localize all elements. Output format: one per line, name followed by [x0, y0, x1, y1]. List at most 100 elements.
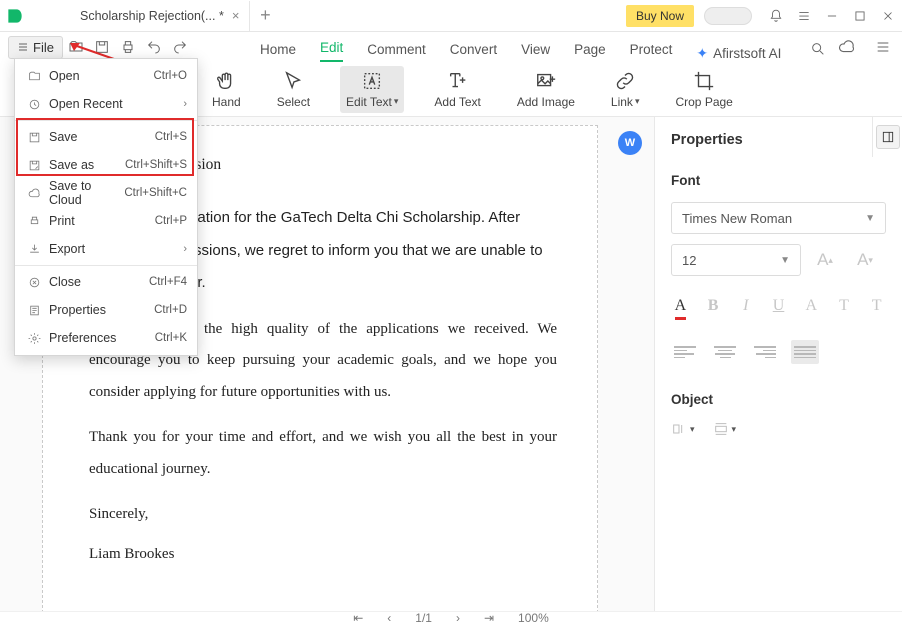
- align-center-button[interactable]: [711, 340, 739, 364]
- close-tab-icon[interactable]: ×: [232, 8, 240, 23]
- ai-label: Afirstsoft AI: [713, 46, 781, 61]
- menu-open[interactable]: Open Ctrl+O: [15, 62, 197, 90]
- status-bar: ⇤ ‹ 1/1 › ⇥ 100%: [0, 611, 902, 623]
- properties-icon: [25, 304, 43, 317]
- chevron-down-icon: ▾: [635, 96, 640, 107]
- object-align-button[interactable]: ▾: [671, 421, 695, 437]
- font-size-select[interactable]: 12 ▼: [671, 244, 801, 276]
- window-maximize-icon[interactable]: [846, 2, 874, 30]
- doc-signoff: Sincerely,: [89, 499, 557, 531]
- tab-page[interactable]: Page: [574, 42, 606, 62]
- print-icon[interactable]: [115, 34, 141, 60]
- menu-save-as-label: Save as: [49, 158, 125, 172]
- menu-preferences[interactable]: Preferences Ctrl+K: [15, 324, 197, 352]
- translate-badge[interactable]: W: [618, 131, 642, 155]
- menu-save-as-shortcut: Ctrl+Shift+S: [125, 159, 187, 171]
- tab-comment[interactable]: Comment: [367, 42, 426, 62]
- menu-save-as[interactable]: Save as Ctrl+Shift+S: [15, 151, 197, 179]
- tool-select[interactable]: Select: [271, 66, 316, 113]
- menu-icon[interactable]: [790, 2, 818, 30]
- last-page-icon[interactable]: ⇥: [484, 611, 494, 625]
- save-as-icon: [25, 159, 43, 172]
- tool-add-image-label: Add Image: [517, 95, 575, 109]
- undo-icon[interactable]: [141, 34, 167, 60]
- subscript-button[interactable]: T: [867, 294, 886, 318]
- menu-separator: [15, 265, 197, 266]
- tab-protect[interactable]: Protect: [630, 42, 673, 62]
- doc-signature: Liam Brookes: [89, 539, 557, 571]
- next-page-icon[interactable]: ›: [456, 611, 460, 625]
- text-style-a-button[interactable]: A: [802, 294, 821, 318]
- first-page-icon[interactable]: ⇤: [353, 611, 363, 625]
- buy-now-button[interactable]: Buy Now: [626, 5, 694, 27]
- doc-paragraph: Thank you for your time and effort, and …: [89, 422, 557, 485]
- menu-open-recent[interactable]: Open Recent ›: [15, 90, 197, 118]
- tool-hand[interactable]: Hand: [206, 66, 247, 113]
- menu-export[interactable]: Export ›: [15, 235, 197, 263]
- window-minimize-icon[interactable]: [818, 2, 846, 30]
- tab-title: Scholarship Rejection(... *: [80, 9, 224, 23]
- tool-crop-page[interactable]: Crop Page: [669, 66, 738, 113]
- tool-crop-page-label: Crop Page: [675, 95, 732, 109]
- decrease-font-icon[interactable]: A▾: [849, 244, 881, 276]
- tool-hand-label: Hand: [212, 95, 241, 109]
- align-right-button[interactable]: [751, 340, 779, 364]
- panel-toggle-button[interactable]: [876, 125, 900, 149]
- menu-export-label: Export: [49, 242, 183, 256]
- save-icon: [25, 131, 43, 144]
- properties-title: Properties: [671, 132, 743, 148]
- font-color-button[interactable]: A: [671, 294, 690, 318]
- more-menu-icon[interactable]: [870, 34, 896, 60]
- menu-preferences-shortcut: Ctrl+K: [155, 332, 187, 344]
- increase-font-icon[interactable]: A▴: [809, 244, 841, 276]
- add-text-icon: [447, 70, 469, 92]
- menu-print-shortcut: Ctrl+P: [155, 215, 187, 227]
- menu-preferences-label: Preferences: [49, 331, 155, 345]
- bold-button[interactable]: B: [704, 294, 723, 318]
- tab-home[interactable]: Home: [260, 42, 296, 62]
- menu-close[interactable]: Close Ctrl+F4: [15, 268, 197, 296]
- redo-icon[interactable]: [167, 34, 193, 60]
- chevron-down-icon: ▾: [732, 424, 737, 435]
- tool-add-text[interactable]: Add Text: [428, 66, 486, 113]
- menu-print[interactable]: Print Ctrl+P: [15, 207, 197, 235]
- menu-save-shortcut: Ctrl+S: [155, 131, 187, 143]
- font-family-select[interactable]: Times New Roman ▼: [671, 202, 886, 234]
- gear-icon: [25, 332, 43, 345]
- superscript-button[interactable]: T: [835, 294, 854, 318]
- tool-edit-text[interactable]: Edit Text▾: [340, 66, 404, 113]
- user-avatar[interactable]: [704, 7, 752, 25]
- menu-print-label: Print: [49, 214, 155, 228]
- document-tab[interactable]: Scholarship Rejection(... * ×: [70, 1, 250, 31]
- chevron-down-icon: ▼: [865, 213, 875, 224]
- align-justify-button[interactable]: [791, 340, 819, 364]
- tool-select-label: Select: [277, 95, 310, 109]
- align-left-button[interactable]: [671, 340, 699, 364]
- tab-edit[interactable]: Edit: [320, 40, 343, 62]
- menu-properties[interactable]: Properties Ctrl+D: [15, 296, 197, 324]
- cloud-icon[interactable]: [834, 34, 860, 60]
- prev-page-icon[interactable]: ‹: [387, 611, 391, 625]
- chevron-right-icon: ›: [183, 98, 187, 110]
- underline-button[interactable]: U: [769, 294, 788, 318]
- tab-convert[interactable]: Convert: [450, 42, 497, 62]
- ai-button[interactable]: ✦ Afirstsoft AI: [696, 45, 781, 62]
- app-logo: [0, 1, 30, 31]
- add-image-icon: [535, 70, 557, 92]
- menu-save[interactable]: Save Ctrl+S: [15, 123, 197, 151]
- tool-link[interactable]: Link▾: [605, 66, 646, 113]
- menu-save-cloud-shortcut: Ctrl+Shift+C: [124, 187, 187, 199]
- tool-add-image[interactable]: Add Image: [511, 66, 581, 113]
- italic-button[interactable]: I: [736, 294, 755, 318]
- search-icon[interactable]: [805, 36, 831, 62]
- new-tab-button[interactable]: +: [250, 5, 280, 26]
- save-icon[interactable]: [89, 34, 115, 60]
- menu-properties-shortcut: Ctrl+D: [154, 304, 187, 316]
- tab-view[interactable]: View: [521, 42, 550, 62]
- file-menu-button[interactable]: File: [8, 36, 63, 59]
- menu-save-cloud[interactable]: Save to Cloud Ctrl+Shift+C: [15, 179, 197, 207]
- window-close-icon[interactable]: [874, 2, 902, 30]
- notifications-icon[interactable]: [762, 2, 790, 30]
- object-distribute-button[interactable]: ▾: [713, 421, 737, 437]
- open-file-icon[interactable]: [63, 34, 89, 60]
